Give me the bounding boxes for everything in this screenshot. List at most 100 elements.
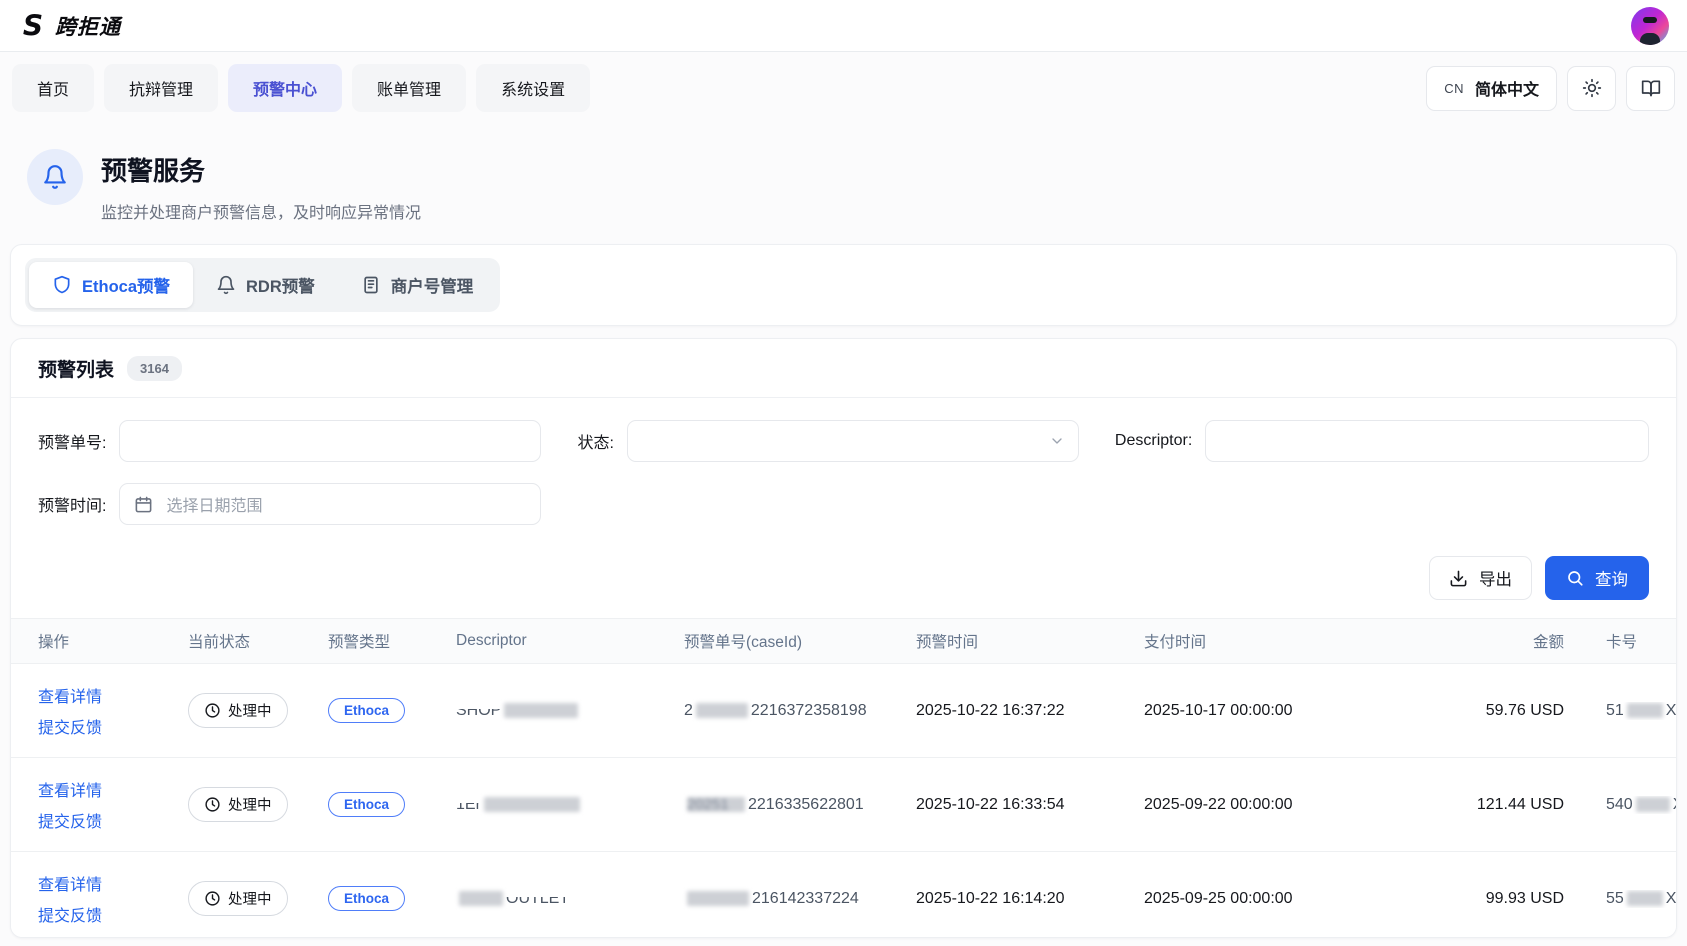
case-id-cell: 202512216335622801 xyxy=(684,796,916,814)
docs-button[interactable] xyxy=(1626,66,1675,111)
status-badge: 处理中 xyxy=(188,787,288,822)
visible-fragment: 540 xyxy=(1606,796,1633,813)
language-code: CN xyxy=(1444,81,1464,96)
query-label: 查询 xyxy=(1595,566,1628,590)
table-body: 查看详情 提交反馈 处理中 Ethoca SHOP 2 2216372358198… xyxy=(11,664,1676,938)
nav-item-3[interactable]: 账单管理 xyxy=(352,64,466,112)
visible-fragment: 2216335622801 xyxy=(748,796,864,813)
alert-type-badge: Ethoca xyxy=(328,698,405,723)
sun-icon xyxy=(1582,78,1602,98)
status-filter-label: 状态: xyxy=(577,429,613,453)
redacted-block xyxy=(1627,703,1663,718)
nav-item-1[interactable]: 抗辩管理 xyxy=(104,64,218,112)
card-number-cell: 540XXXX xyxy=(1564,796,1676,814)
page-subtitle: 监控并处理商户预警信息，及时响应异常情况 xyxy=(101,199,421,223)
alert-type-badge: Ethoca xyxy=(328,792,405,817)
export-label: 导出 xyxy=(1479,566,1512,590)
list-actions: 导出 查询 xyxy=(11,546,1676,618)
alert-list-card: 预警列表 3164 预警单号: 状态: Descriptor: xyxy=(10,338,1677,938)
export-button[interactable]: 导出 xyxy=(1429,556,1532,600)
visible-fragment: XXXX xyxy=(1666,702,1676,719)
view-details-link[interactable]: 查看详情 xyxy=(38,683,102,707)
nav-item-2[interactable]: 预警中心 xyxy=(228,64,342,112)
case-id-cell: 2 2216372358198 xyxy=(684,702,916,720)
clock-icon xyxy=(204,890,221,907)
view-details-link[interactable]: 查看详情 xyxy=(38,777,102,801)
book-icon xyxy=(1641,78,1661,98)
amount-cell: 99.93 USD xyxy=(1486,890,1564,908)
calendar-icon xyxy=(134,495,153,514)
pay-time-cell: 2025-10-17 00:00:00 xyxy=(1144,702,1394,720)
brand-name: 跨拒通 xyxy=(55,11,121,41)
bell-icon xyxy=(216,275,236,295)
filters: 预警单号: 状态: Descriptor: 预警时间: xyxy=(11,398,1676,525)
descriptor-filter-label: Descriptor: xyxy=(1115,432,1192,450)
submit-feedback-link[interactable]: 提交反馈 xyxy=(38,714,102,738)
descriptor-cell: 1Er xyxy=(456,796,684,814)
alert-type-badge: Ethoca xyxy=(328,886,405,911)
clock-icon xyxy=(204,796,221,813)
svg-text:S: S xyxy=(23,11,43,41)
redacted-block xyxy=(696,703,748,718)
submit-feedback-link[interactable]: 提交反馈 xyxy=(38,808,102,832)
visible-fragment: 216142337224 xyxy=(752,890,859,907)
nav-controls: CN 简体中文 xyxy=(1426,66,1675,111)
visible-fragment: SHOP xyxy=(456,702,501,720)
status-badge: 处理中 xyxy=(188,693,288,728)
list-header: 预警列表 3164 xyxy=(11,339,1676,398)
brand: S 跨拒通 xyxy=(18,11,121,41)
visible-fragment: 51 xyxy=(1606,702,1624,719)
visible-fragment: 2 xyxy=(684,702,693,719)
language-button[interactable]: CN 简体中文 xyxy=(1426,66,1557,111)
page-title: 预警服务 xyxy=(101,151,421,188)
tab-0[interactable]: Ethoca预警 xyxy=(29,262,193,308)
alert-time-cell: 2025-10-22 16:14:20 xyxy=(916,890,1144,908)
column-header-8: 卡号 xyxy=(1564,630,1676,652)
descriptor-cell: OUTLET xyxy=(456,890,684,908)
pay-time-cell: 2025-09-22 00:00:00 xyxy=(1144,796,1394,814)
case-id-filter-label: 预警单号: xyxy=(38,429,106,453)
column-header-6: 支付时间 xyxy=(1144,630,1394,652)
status-badge: 处理中 xyxy=(188,881,288,916)
visible-fragment: 2216372358198 xyxy=(751,702,867,719)
table-header-row: 操作当前状态预警类型Descriptor预警单号(caseId)预警时间支付时间… xyxy=(11,618,1676,664)
redacted-block xyxy=(1636,797,1670,812)
card-number-cell: 55 XXXX xyxy=(1564,890,1676,908)
search-icon xyxy=(1566,569,1584,587)
theme-toggle-button[interactable] xyxy=(1567,66,1616,111)
alert-time-cell: 2025-10-22 16:33:54 xyxy=(916,796,1144,814)
submit-feedback-link[interactable]: 提交反馈 xyxy=(38,902,102,926)
tab-1[interactable]: RDR预警 xyxy=(193,262,338,308)
visible-fragment: OUTLET xyxy=(506,890,569,908)
query-button[interactable]: 查询 xyxy=(1545,556,1649,600)
column-header-3: Descriptor xyxy=(456,632,684,650)
descriptor-input[interactable] xyxy=(1205,420,1649,462)
case-id-cell: 216142337224 xyxy=(684,890,916,908)
visible-fragment: 55 xyxy=(1606,890,1624,907)
tab-2[interactable]: 商户号管理 xyxy=(338,262,497,308)
date-range-picker[interactable]: 选择日期范围 xyxy=(119,483,541,525)
alert-time-filter-label: 预警时间: xyxy=(38,492,106,516)
table-row-1: 查看详情 提交反馈 处理中 Ethoca 1Er 202512216335622… xyxy=(11,758,1676,852)
column-header-7: 金额 xyxy=(1533,630,1564,652)
nav-item-0[interactable]: 首页 xyxy=(12,64,94,112)
nav-item-4[interactable]: 系统设置 xyxy=(476,64,590,112)
column-header-5: 预警时间 xyxy=(916,630,1144,652)
user-avatar[interactable] xyxy=(1631,7,1669,45)
redacted-block xyxy=(687,891,749,906)
visible-fragment: XXXX xyxy=(1666,890,1676,907)
redacted-block xyxy=(1627,891,1663,906)
merchant-icon xyxy=(361,275,381,295)
view-details-link[interactable]: 查看详情 xyxy=(38,871,102,895)
bell-icon xyxy=(27,149,83,205)
brand-logo-icon: S xyxy=(18,11,48,41)
visible-fragment: 1Er xyxy=(456,796,481,814)
case-id-input[interactable] xyxy=(119,420,541,462)
column-header-0: 操作 xyxy=(38,630,188,652)
nav-items: 首页 抗辩管理 预警中心 账单管理 系统设置 xyxy=(12,64,590,112)
download-icon xyxy=(1449,569,1468,588)
pay-time-cell: 2025-09-25 00:00:00 xyxy=(1144,890,1394,908)
redacted-block: 20251 xyxy=(687,797,745,812)
status-select[interactable] xyxy=(627,420,1079,462)
list-title: 预警列表 xyxy=(38,355,114,382)
